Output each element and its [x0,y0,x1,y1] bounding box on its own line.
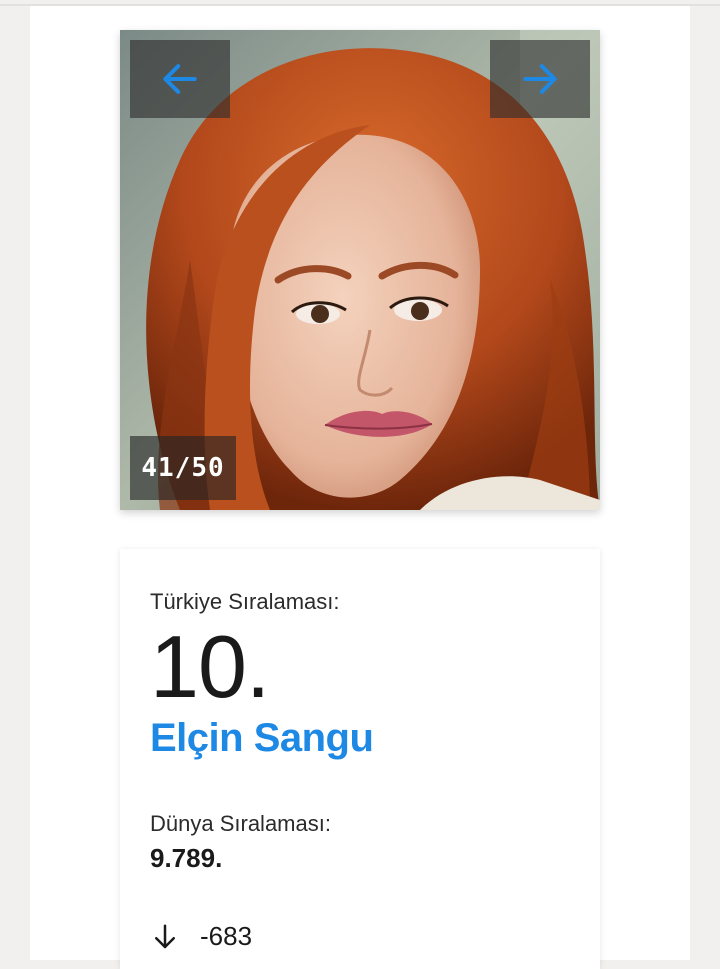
rank-change-value: -683 [200,921,253,951]
turkey-rank-value: 10. [150,617,270,716]
world-rank-value: 9.789. [150,843,223,873]
world-rank-label: Dünya Sıralaması: [150,811,331,836]
page-content: 41/50 Türkiye Sıralaması: 10. Elçin Sang… [30,6,690,969]
turkey-rank-label: Türkiye Sıralaması: [150,589,340,614]
photo-counter: 41/50 [130,436,236,500]
rank-change: -683 [150,921,252,952]
ranking-card: Türkiye Sıralaması: 10. Elçin Sangu Düny… [120,549,600,969]
arrow-right-icon [523,64,557,94]
previous-photo-button[interactable] [130,40,230,118]
celebrity-name-link[interactable]: Elçin Sangu [150,716,374,761]
next-photo-button[interactable] [490,40,590,118]
photo-gallery: 41/50 [120,30,600,510]
arrow-left-icon [163,64,197,94]
arrow-down-icon [155,924,175,948]
